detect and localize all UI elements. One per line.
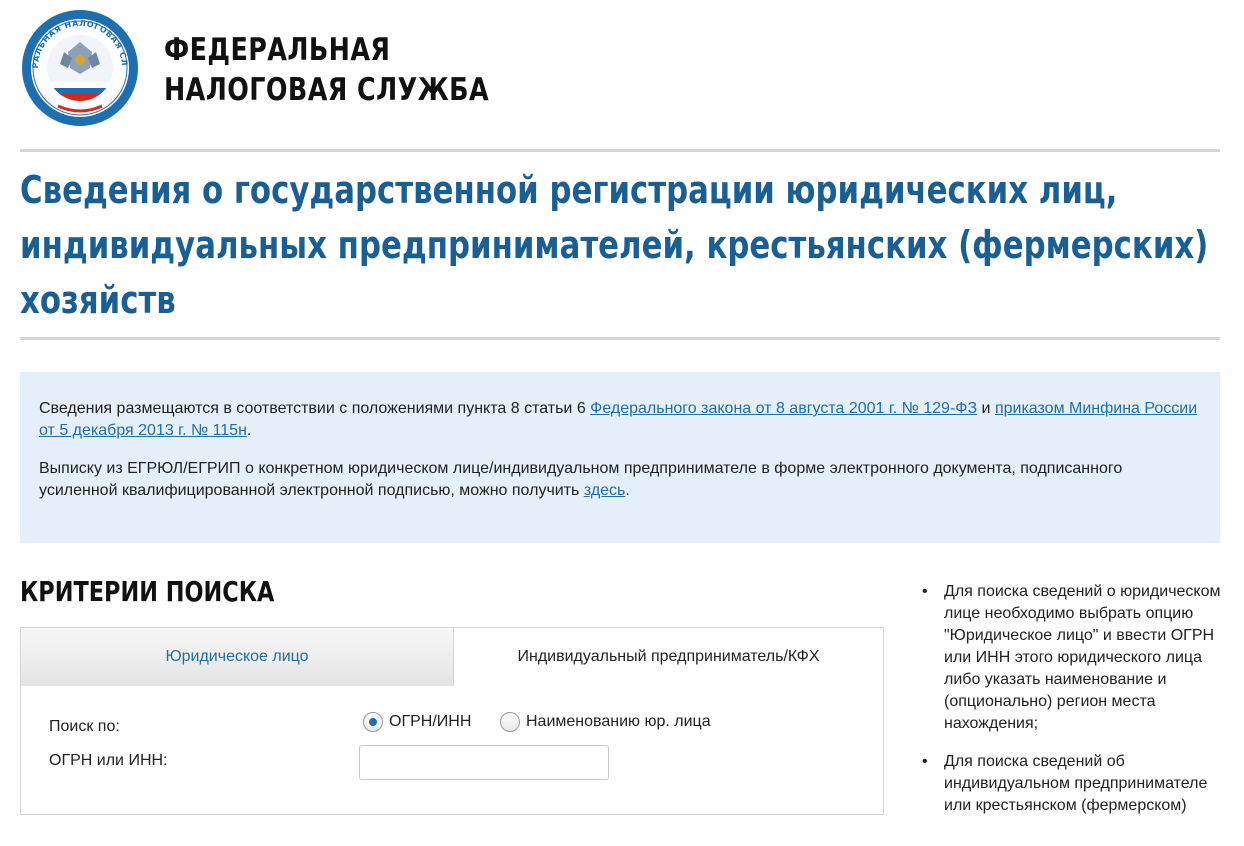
radio-by-name-label: Наименованию юр. лица <box>526 713 711 730</box>
help-note-individual: Для поиска сведений об индивидуальном пр… <box>922 751 1222 817</box>
search-help-notes: Для поиска сведений о юридическом лице н… <box>922 581 1222 833</box>
org-name-line2: НАЛОГОВАЯ СЛУЖБА <box>164 72 490 108</box>
radio-button-unchecked[interactable] <box>500 712 520 732</box>
title-divider <box>20 337 1220 340</box>
ogrn-inn-input[interactable] <box>359 745 609 780</box>
site-header: ФЕДЕРАЛЬНАЯ НАЛОГОВАЯ СЛУЖБА ФЕДЕРАЛЬНАЯ… <box>15 1 1220 138</box>
org-name: ФЕДЕРАЛЬНАЯ НАЛОГОВАЯ СЛУЖБА <box>164 30 489 110</box>
info-text: и <box>977 400 995 417</box>
info-text: Сведения размещаются в соответствии с по… <box>39 400 591 417</box>
extract-here-link[interactable]: здесь <box>584 482 626 499</box>
info-text: . <box>625 482 630 499</box>
radio-button-checked[interactable] <box>363 712 383 732</box>
search-form: Юридическое лицо Индивидуальный предприн… <box>20 627 884 815</box>
info-box: Сведения размещаются в соответствии с по… <box>20 372 1220 543</box>
tab-legal-entity[interactable]: Юридическое лицо <box>21 628 453 686</box>
header-divider <box>20 149 1220 152</box>
search-by-label: Поиск по: <box>49 718 120 735</box>
page-title-line2: индивидуальных предпринимателей, крестья… <box>20 223 1209 267</box>
page-title-line3: хозяйств <box>20 278 176 322</box>
federal-law-link[interactable]: Федерального закона от 8 августа 2001 г.… <box>590 400 977 417</box>
info-paragraph-extract: Выписку из ЕГРЮЛ/ЕГРИП о конкретном юрид… <box>39 458 1201 502</box>
radio-ogrn-inn[interactable]: ОГРН/ИНН <box>363 712 471 732</box>
ogrn-inn-label: ОГРН или ИНН: <box>49 752 168 769</box>
page-title: Сведения о государственной регистрации ю… <box>20 163 1219 328</box>
entity-type-tabs: Юридическое лицо Индивидуальный предприн… <box>21 628 883 686</box>
info-text: Выписку из ЕГРЮЛ/ЕГРИП о конкретном юрид… <box>39 460 1123 499</box>
info-paragraph-legal: Сведения размещаются в соответствии с по… <box>39 398 1201 442</box>
tab-individual-entrepreneur[interactable]: Индивидуальный предприниматель/КФХ <box>453 628 883 686</box>
page-title-line1: Сведения о государственной регистрации ю… <box>20 168 1118 212</box>
radio-by-name[interactable]: Наименованию юр. лица <box>500 712 711 732</box>
org-name-line1: ФЕДЕРАЛЬНАЯ <box>164 32 391 68</box>
search-criteria-title: КРИТЕРИИ ПОИСКА <box>20 575 275 608</box>
info-text: . <box>246 422 252 439</box>
radio-ogrn-inn-label: ОГРН/ИНН <box>389 713 472 730</box>
help-note-legal-entity: Для поиска сведений о юридическом лице н… <box>922 581 1222 735</box>
fns-logo[interactable]: ФЕДЕРАЛЬНАЯ НАЛОГОВАЯ СЛУЖБА <box>15 1 140 128</box>
